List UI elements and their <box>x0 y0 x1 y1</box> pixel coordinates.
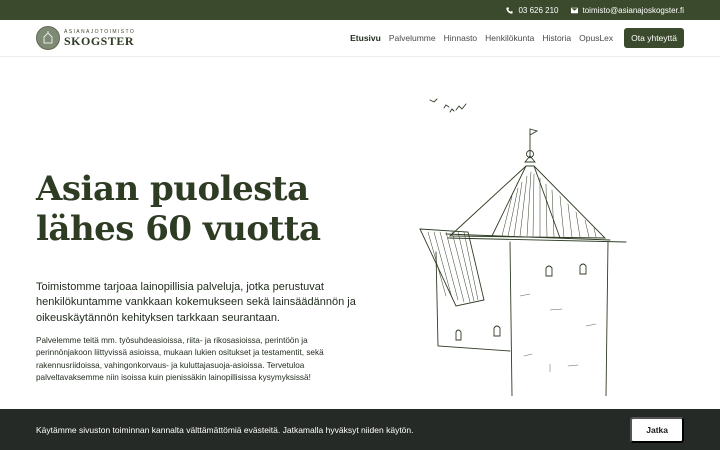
hero-title-line1: Asian puolesta <box>36 169 309 209</box>
nav-item-henkilokunta[interactable]: Henkilökunta <box>485 33 534 43</box>
top-contact-bar: 03 626 210 toimisto@asianajoskogster.fi <box>0 0 720 20</box>
logo-title: SKOGSTER <box>64 33 135 48</box>
phone-icon <box>506 6 514 14</box>
mail-icon <box>570 7 578 13</box>
logo-seal-icon <box>36 26 60 50</box>
main-nav: Etusivu Palvelumme Hinnasto Henkilökunta… <box>350 28 684 48</box>
nav-item-etusivu[interactable]: Etusivu <box>350 33 381 43</box>
hero-title-line2: lähes 60 vuotta <box>36 208 321 249</box>
castle-illustration <box>419 98 627 396</box>
contact-button[interactable]: Ota yhteyttä <box>624 28 684 48</box>
hero-title: Asian puolesta lähes 60 vuotta <box>36 169 356 250</box>
cookie-text: Käytämme sivuston toiminnan kannalta väl… <box>36 424 414 435</box>
cookie-accept-button[interactable]: Jatka <box>630 416 684 443</box>
phone-number: 03 626 210 <box>518 5 559 15</box>
nav-item-hinnasto[interactable]: Hinnasto <box>444 33 478 43</box>
email-address: toimisto@asianajoskogster.fi <box>582 5 685 15</box>
hero: Asian puolesta lähes 60 vuotta Toimistom… <box>36 169 356 384</box>
site-header: ASIANAJOTOIMISTO SKOGSTER Etusivu Palvel… <box>0 20 720 57</box>
nav-item-palvelumme[interactable]: Palvelumme <box>389 33 436 43</box>
hero-lead: Toimistomme tarjoaa lainopillisia palvel… <box>36 280 356 325</box>
nav-item-opuslex[interactable]: OpusLex <box>579 33 613 43</box>
logo-text: ASIANAJOTOIMISTO SKOGSTER <box>64 29 135 48</box>
nav-item-historia[interactable]: Historia <box>542 33 571 43</box>
logo[interactable]: ASIANAJOTOIMISTO SKOGSTER <box>36 26 135 50</box>
phone-link[interactable]: 03 626 210 <box>506 5 559 15</box>
hero-body: Palvelemme teitä mm. työsuhdeasioissa, r… <box>36 336 324 382</box>
cookie-banner: Käytämme sivuston toiminnan kannalta väl… <box>0 409 720 450</box>
email-link[interactable]: toimisto@asianajoskogster.fi <box>570 5 685 15</box>
